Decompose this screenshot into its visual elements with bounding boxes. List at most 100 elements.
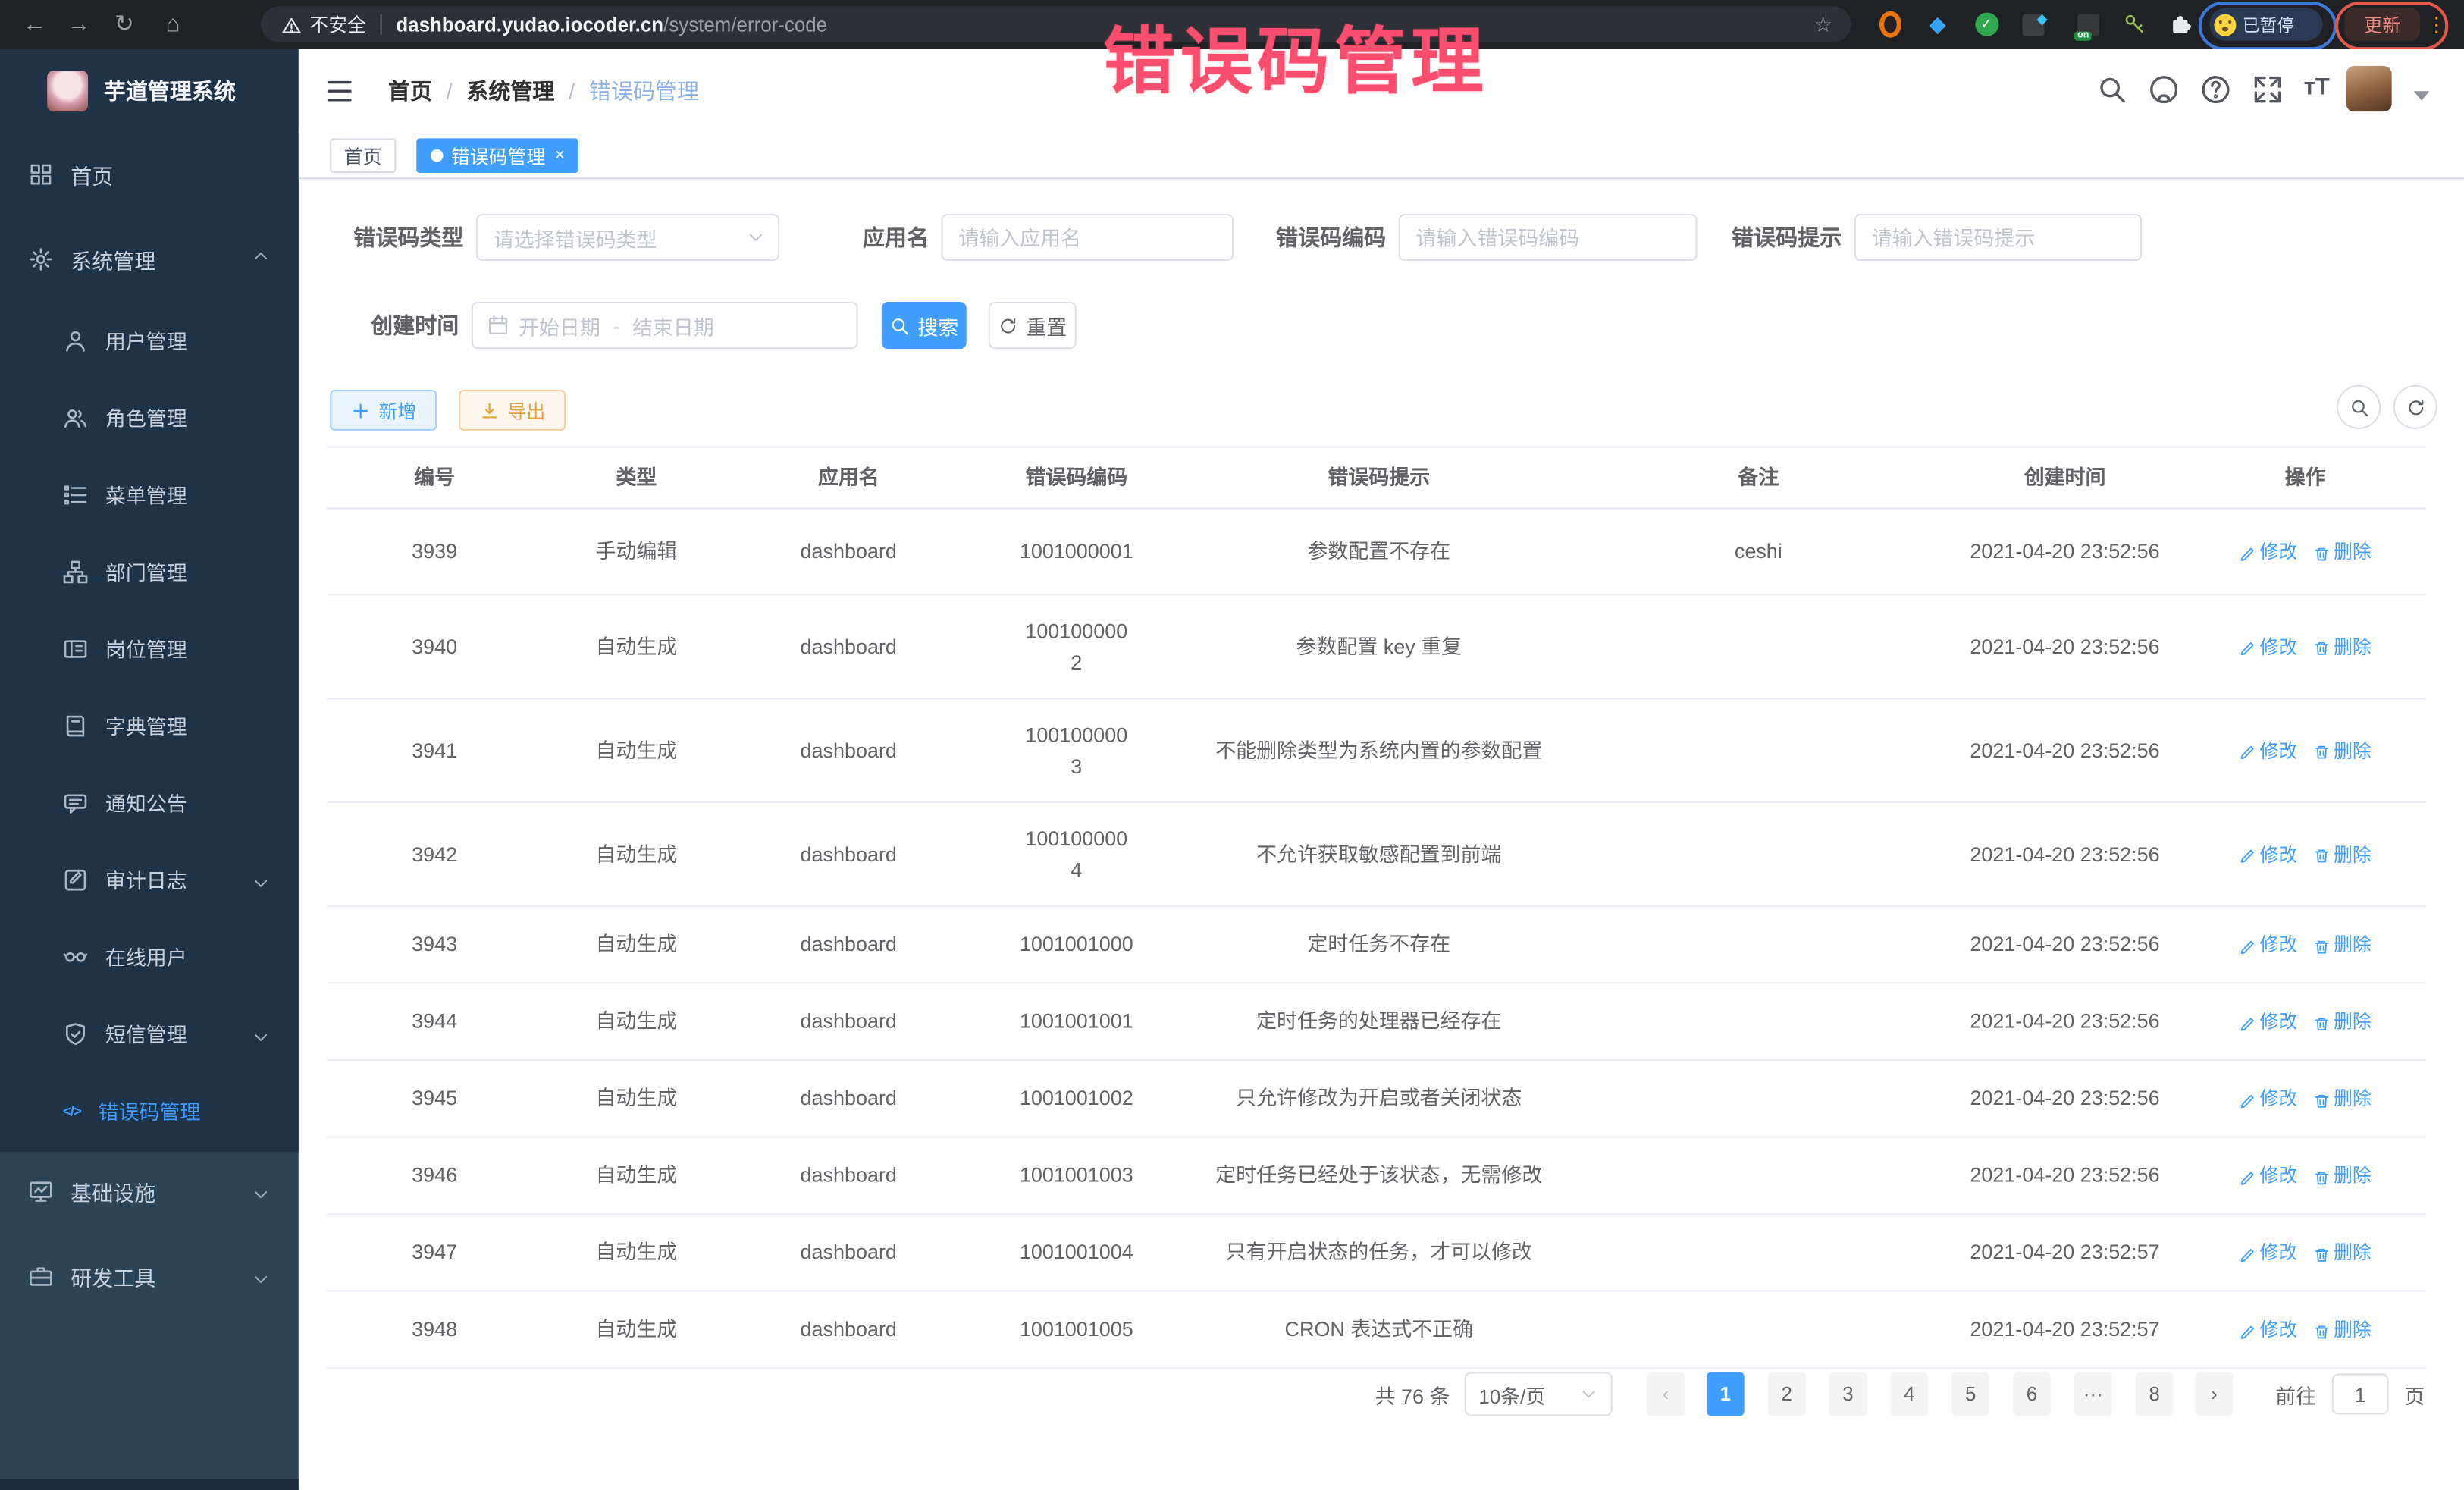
edit-link[interactable]: 修改 [2240,934,2298,956]
extension-grid-icon[interactable]: ◆ [2023,0,2045,49]
extension-key-icon[interactable] [2121,0,2146,49]
delete-link[interactable]: 删除 [2313,541,2372,563]
toggle-search-icon-button[interactable] [2337,385,2381,429]
browser-menu-icon[interactable]: ⋮ [2426,0,2447,49]
extension-check-icon[interactable]: ✓ [1973,0,1998,49]
delete-link[interactable]: 删除 [2313,1242,2372,1264]
browser-back-icon[interactable]: ← [16,0,54,49]
tag-close-icon[interactable]: × [555,146,565,165]
tags-view-bar: 首页错误码管理× [299,132,2464,179]
tag-item[interactable]: 首页 [330,138,396,173]
delete-link[interactable]: 删除 [2313,1011,2372,1033]
goto-page-input[interactable]: 1 [2332,1374,2389,1415]
edit-link[interactable]: 修改 [2240,636,2298,658]
filter-date-label: 创建时间 [371,309,459,340]
sidebar-item-users[interactable]: 角色管理 [0,379,299,456]
bookmark-star-icon[interactable]: ☆ [1814,6,1832,42]
browser-update-button[interactable]: 更新 [2344,8,2419,41]
font-size-icon[interactable]: тT [2304,74,2330,100]
delete-link[interactable]: 删除 [2313,740,2372,762]
edit-link[interactable]: 修改 [2240,1319,2298,1341]
extension-gem-icon[interactable]: ◆ [1926,0,1948,49]
next-page-button[interactable]: › [2196,1372,2234,1416]
sidebar-item-gear[interactable]: 系统管理 [0,217,299,302]
sidebar-item-post[interactable]: 岗位管理 [0,610,299,687]
page-button-2[interactable]: 2 [1768,1372,1806,1416]
page-button-8[interactable]: 8 [2136,1372,2174,1416]
page-button-4[interactable]: 4 [1890,1372,1928,1416]
breadcrumb-item[interactable]: 首页 [388,74,432,105]
extension-icon[interactable] [1879,0,1901,49]
delete-link[interactable]: 删除 [2313,1165,2372,1187]
breadcrumb-separator: / [569,78,575,103]
user-avatar[interactable] [2346,66,2392,111]
error-hint-field[interactable] [1854,214,2142,261]
app-logo [47,70,88,111]
date-range-picker[interactable]: 开始日期 - 结束日期 [472,302,858,349]
error-type-select[interactable]: 请选择错误码类型 [476,214,779,261]
search-button[interactable]: 搜索 [882,302,967,349]
sidebar-item-code[interactable]: </>错误码管理 [0,1072,299,1150]
profile-paused-chip[interactable]: 已暂停 [2209,8,2322,41]
browser-home-icon[interactable]: ⌂ [154,0,192,49]
error-hint-input[interactable] [1856,225,2140,249]
edit-link[interactable]: 修改 [2240,1242,2298,1264]
error-code-field[interactable] [1399,214,1698,261]
page-button-3[interactable]: 3 [1829,1372,1867,1416]
hamburger-icon[interactable] [324,75,355,106]
page-size-select[interactable]: 10条/页 [1465,1372,1613,1416]
delete-link[interactable]: 删除 [2313,844,2372,866]
sidebar-item-online[interactable]: 在线用户 [0,918,299,995]
page-ellipsis[interactable]: ··· [2074,1372,2112,1416]
search-icon[interactable] [2096,74,2130,107]
app-name-input[interactable] [943,225,1232,249]
cell: 定时任务的处理器已经存在 [1187,1006,1572,1037]
add-button[interactable]: 新增 [330,390,437,431]
avatar-caret-down-icon[interactable] [2414,91,2430,100]
page-button-1[interactable]: 1 [1707,1372,1745,1416]
error-code-input[interactable] [1400,225,1696,249]
tag-active[interactable]: 错误码管理× [416,138,578,173]
cell: 自动生成 [542,839,731,869]
sidebar-item-notice[interactable]: 通知公告 [0,764,299,841]
fullscreen-icon[interactable] [2252,74,2285,107]
edit-link[interactable]: 修改 [2240,541,2298,563]
date-start-placeholder: 开始日期 [519,310,600,340]
sidebar-item-home[interactable]: 首页 [0,132,299,217]
sidebar-item-infra[interactable]: 基础设施 [0,1149,299,1234]
delete-link[interactable]: 删除 [2313,1319,2372,1341]
delete-link[interactable]: 删除 [2313,636,2372,658]
browser-forward-icon[interactable]: → [60,0,98,49]
app-logo-row[interactable]: 芋道管理系统 [0,49,299,132]
browser-reload-icon[interactable]: ↻ [105,0,143,49]
sidebar-item-dict[interactable]: 字典管理 [0,687,299,764]
edit-link[interactable]: 修改 [2240,1165,2298,1187]
edit-link[interactable]: 修改 [2240,740,2298,762]
delete-link[interactable]: 删除 [2313,1088,2372,1110]
help-icon[interactable] [2200,74,2234,107]
sidebar-item-user[interactable]: 用户管理 [0,302,299,379]
sidebar-item-menu[interactable]: 菜单管理 [0,456,299,533]
app-name-field[interactable] [942,214,1234,261]
delete-link[interactable]: 删除 [2313,934,2372,956]
page-button-5[interactable]: 5 [1951,1372,1989,1416]
reset-button[interactable]: 重置 [989,302,1077,349]
sidebar-item-audit[interactable]: 审计日志 [0,841,299,918]
address-bar[interactable]: 不安全 dashboard.yudao.iocoder.cn/system/er… [261,6,1851,42]
cell: 2021-04-20 23:52:57 [1945,1237,2184,1268]
cell: 3947 [327,1237,542,1268]
sidebar-item-dept[interactable]: 部门管理 [0,533,299,610]
github-icon[interactable] [2148,74,2181,107]
edit-link[interactable]: 修改 [2240,1088,2298,1110]
sidebar-item-tools[interactable]: 研发工具 [0,1234,299,1319]
edit-link[interactable]: 修改 [2240,1011,2298,1033]
edit-link[interactable]: 修改 [2240,844,2298,866]
page-button-6[interactable]: 6 [2013,1372,2051,1416]
extension-list-icon[interactable]: on [2077,0,2099,49]
prev-page-button[interactable]: ‹ [1647,1372,1685,1416]
refresh-icon-button[interactable] [2393,385,2437,429]
sidebar-item-sms[interactable]: 短信管理 [0,995,299,1072]
extensions-puzzle-icon[interactable] [2167,0,2192,49]
breadcrumb-item[interactable]: 系统管理 [466,74,554,105]
export-button[interactable]: 导出 [459,390,566,431]
